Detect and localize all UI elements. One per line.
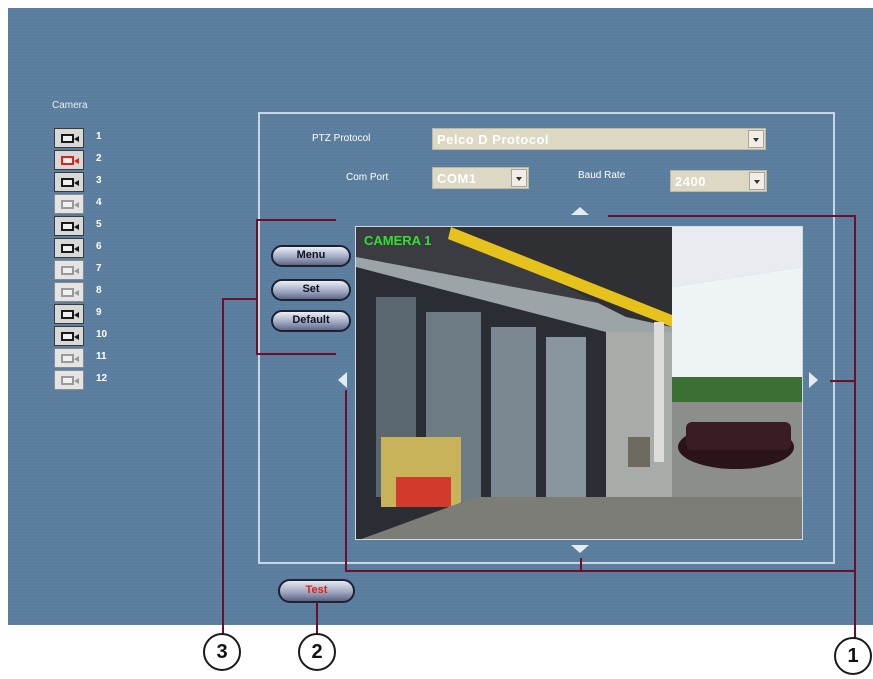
- chevron-down-icon[interactable]: [511, 169, 527, 187]
- camera-row: 4: [54, 194, 114, 216]
- video-camera-icon: [61, 222, 79, 231]
- camera-row: 3: [54, 172, 114, 194]
- camera-row: 11: [54, 348, 114, 370]
- callout-bracket-line: [256, 219, 336, 221]
- camera-button[interactable]: [54, 304, 84, 324]
- callout-leader-line: [854, 215, 856, 640]
- camera-number: 12: [96, 373, 108, 384]
- callout-bracket-line: [345, 570, 856, 572]
- video-camera-icon: [61, 354, 79, 363]
- camera-number: 9: [96, 307, 102, 318]
- camera-video-view: CAMERA 1: [355, 226, 803, 540]
- camera-button[interactable]: [54, 150, 84, 170]
- callout-leader-line: [222, 298, 224, 638]
- video-frame-image: [356, 227, 802, 539]
- video-camera-icon: [61, 266, 79, 275]
- camera-number: 4: [96, 197, 102, 208]
- com-port-label: Com Port: [346, 172, 389, 183]
- ptz-protocol-label: PTZ Protocol: [312, 133, 371, 144]
- camera-button[interactable]: [54, 172, 84, 192]
- callout-bracket-line: [345, 390, 347, 572]
- test-button[interactable]: Test: [278, 579, 355, 603]
- camera-number: 3: [96, 175, 102, 186]
- video-camera-icon: [61, 288, 79, 297]
- callout-1: 1: [834, 637, 872, 675]
- ptz-protocol-select[interactable]: Pelco D Protocol: [432, 128, 766, 150]
- pan-down-arrow[interactable]: [571, 545, 589, 553]
- com-port-select[interactable]: COM1: [432, 167, 529, 189]
- camera-button[interactable]: [54, 194, 84, 214]
- camera-button[interactable]: [54, 260, 84, 280]
- video-camera-icon: [61, 134, 79, 143]
- callout-leader-line: [222, 298, 258, 300]
- callout-2: 2: [298, 633, 336, 671]
- pan-up-arrow[interactable]: [571, 207, 589, 215]
- camera-number: 6: [96, 241, 102, 252]
- ptz-protocol-value: Pelco D Protocol: [437, 132, 550, 147]
- set-button[interactable]: Set: [271, 279, 351, 301]
- menu-button[interactable]: Menu: [271, 245, 351, 267]
- callout-3: 3: [203, 633, 241, 671]
- camera-row: 8: [54, 282, 114, 304]
- camera-row: 2: [54, 150, 114, 172]
- camera-number: 2: [96, 153, 102, 164]
- baud-rate-value: 2400: [675, 174, 706, 189]
- video-camera-icon: [61, 376, 79, 385]
- callout-bracket-line: [256, 219, 258, 355]
- camera-list: 1 2 3 4 5 6 7 8 9 10 11 12: [54, 128, 114, 392]
- video-camera-icon: [61, 178, 79, 187]
- camera-button[interactable]: [54, 326, 84, 346]
- video-camera-icon: [61, 156, 79, 165]
- camera-number: 7: [96, 263, 102, 274]
- camera-row: 10: [54, 326, 114, 348]
- camera-list-title: Camera: [52, 100, 88, 111]
- camera-button[interactable]: [54, 216, 84, 236]
- chevron-down-icon[interactable]: [748, 130, 764, 148]
- video-camera-icon: [61, 332, 79, 341]
- camera-button[interactable]: [54, 282, 84, 302]
- camera-number: 11: [96, 351, 107, 362]
- com-port-value: COM1: [437, 171, 477, 186]
- chevron-down-icon[interactable]: [749, 172, 765, 190]
- video-camera-icon: [61, 200, 79, 209]
- camera-row: 9: [54, 304, 114, 326]
- camera-number: 8: [96, 285, 102, 296]
- camera-number: 5: [96, 219, 102, 230]
- camera-number: 10: [96, 329, 108, 340]
- camera-row: 12: [54, 370, 114, 392]
- callout-bracket-line: [256, 353, 336, 355]
- camera-row: 7: [54, 260, 114, 282]
- baud-rate-select[interactable]: 2400: [670, 170, 767, 192]
- callout-bracket-line: [608, 215, 856, 217]
- camera-button[interactable]: [54, 238, 84, 258]
- callout-bracket-line: [830, 380, 856, 382]
- camera-row: 1: [54, 128, 114, 150]
- camera-button[interactable]: [54, 128, 84, 148]
- pan-right-arrow[interactable]: [809, 372, 818, 388]
- camera-button[interactable]: [54, 370, 84, 390]
- camera-button[interactable]: [54, 348, 84, 368]
- camera-row: 6: [54, 238, 114, 260]
- camera-number: 1: [96, 131, 102, 142]
- default-button[interactable]: Default: [271, 310, 351, 332]
- pan-left-arrow[interactable]: [338, 372, 347, 388]
- camera-osd-label: CAMERA 1: [364, 233, 432, 248]
- video-camera-icon: [61, 310, 79, 319]
- baud-rate-label: Baud Rate: [578, 170, 626, 181]
- video-camera-icon: [61, 244, 79, 253]
- callout-bracket-line: [580, 558, 582, 572]
- camera-row: 5: [54, 216, 114, 238]
